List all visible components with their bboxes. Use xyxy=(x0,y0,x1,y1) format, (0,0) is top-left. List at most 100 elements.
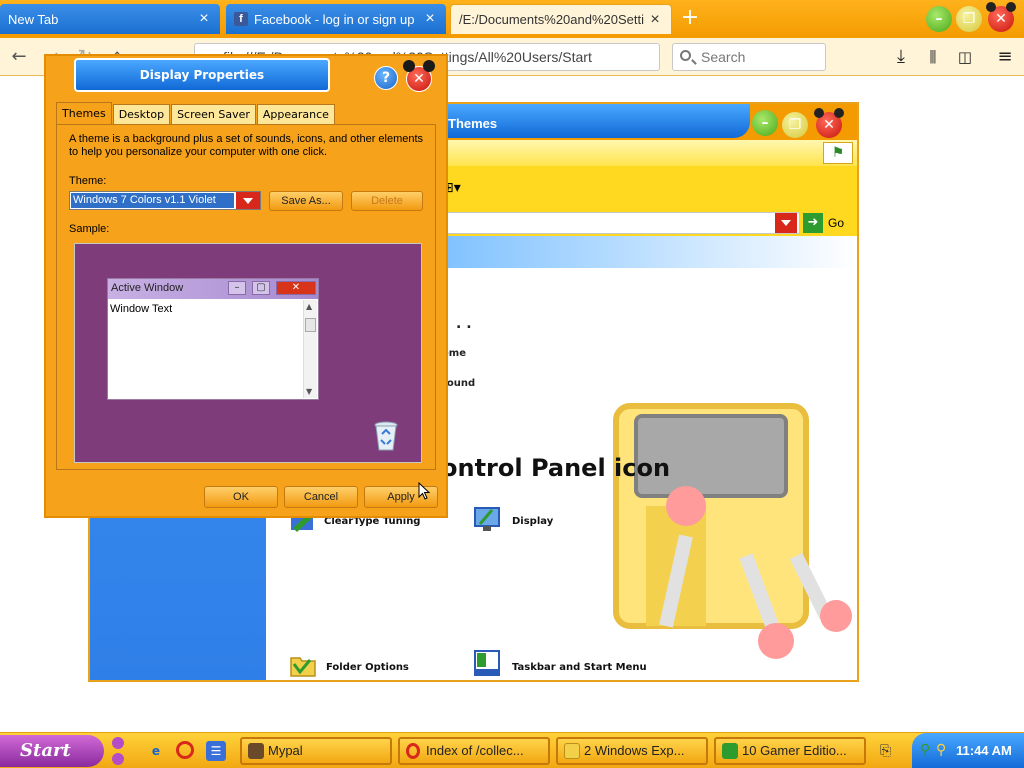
facebook-icon: f xyxy=(234,12,248,26)
theme-label: Theme: xyxy=(69,175,107,187)
sidebar-icon[interactable]: ◫ xyxy=(952,44,978,70)
ear-icon xyxy=(403,60,415,72)
help-button[interactable]: ? xyxy=(374,66,398,90)
tab-new-tab[interactable]: New Tab × xyxy=(0,4,220,34)
windows-flag-icon: ⚑ xyxy=(823,142,853,164)
close-tab-icon[interactable]: × xyxy=(647,11,663,28)
address-dropdown-icon[interactable] xyxy=(775,213,797,233)
start-ears-icon xyxy=(108,735,128,767)
tab-appearance[interactable]: Appearance xyxy=(256,104,335,124)
recycle-bin-icon xyxy=(374,421,398,451)
explorer-close-button[interactable]: ✕ xyxy=(814,108,844,138)
delete-button[interactable]: Delete xyxy=(351,191,423,211)
folder-options-label[interactable]: Folder Options xyxy=(326,662,409,673)
download-icon[interactable]: ⤓ xyxy=(888,44,914,70)
display-properties-dialog: Display Properties ? ✕ Themes Desktop Sc… xyxy=(44,54,448,518)
network-icon[interactable]: ⚲ xyxy=(920,742,930,758)
explorer-maximize-button[interactable]: ❐ xyxy=(782,112,808,138)
scroll-down-icon: ▼ xyxy=(306,387,313,396)
task-gamer-edition[interactable]: 10 Gamer Editio... xyxy=(714,737,866,765)
explorer-minimize-button[interactable]: – xyxy=(752,110,778,136)
tab-label: New Tab xyxy=(8,11,59,27)
tab-label: Facebook - log in or sign up xyxy=(254,11,415,27)
search-tray-icon[interactable]: ⚲ xyxy=(936,742,946,758)
taskbar-start-menu-icon[interactable] xyxy=(472,648,502,678)
taskbar: Start e ☰ Mypal Index of /collec... 2 Wi… xyxy=(0,732,1024,768)
ear-icon xyxy=(814,108,824,118)
ok-button[interactable]: OK xyxy=(204,486,278,508)
internet-explorer-icon[interactable]: e xyxy=(146,741,166,761)
theme-select[interactable]: Windows 7 Colors v1.1 Violet xyxy=(69,191,261,210)
mascot-illustration xyxy=(613,403,852,659)
go-label[interactable]: Go xyxy=(828,216,844,230)
clipboard-tray-icon[interactable]: ⎘ xyxy=(880,743,891,759)
task-windows-explorer[interactable]: 2 Windows Exp... xyxy=(556,737,708,765)
opera-icon xyxy=(406,743,420,759)
mouse-pointer-icon xyxy=(418,482,430,500)
go-arrow-icon[interactable]: ➜ xyxy=(803,213,823,233)
close-tab-icon[interactable]: × xyxy=(196,11,212,27)
system-tray: ⚲ ⚲ 11:44 AM xyxy=(912,733,1024,768)
ear-icon xyxy=(423,60,435,72)
ear-icon xyxy=(986,2,996,12)
task-label: Index of /collec... xyxy=(426,743,524,758)
scroll-up-icon: ▲ xyxy=(306,302,313,311)
folder-icon xyxy=(564,743,580,759)
sample-scrollbar: ▲ ▼ xyxy=(303,300,317,398)
tab-label: /E:/Documents%20and%20Setti xyxy=(459,12,644,27)
ear-icon xyxy=(834,108,844,118)
explorer-quicklaunch-icon[interactable]: ☰ xyxy=(206,741,226,761)
display-icon[interactable] xyxy=(472,504,502,534)
search-input[interactable]: Search xyxy=(672,43,826,71)
theme-preview: Active Window – ▢ ✕ Window Text ▲ ▼ xyxy=(74,243,422,463)
maximize-button[interactable]: ❐ xyxy=(956,6,982,32)
tab-facebook[interactable]: f Facebook - log in or sign up × xyxy=(226,4,446,34)
start-button[interactable]: Start xyxy=(0,735,104,767)
close-window-button[interactable]: ✕ xyxy=(986,2,1016,32)
search-icon xyxy=(680,50,691,61)
explorer-title: Themes xyxy=(448,116,498,131)
dialog-titlebar[interactable]: Display Properties xyxy=(74,58,330,92)
tab-screen-saver[interactable]: Screen Saver xyxy=(171,104,256,124)
library-icon[interactable]: ⫼ xyxy=(920,44,946,70)
close-tab-icon[interactable]: × xyxy=(422,11,438,27)
tab-desktop[interactable]: Desktop xyxy=(112,104,171,124)
close-icon: ✕ xyxy=(276,281,316,295)
new-tab-button[interactable]: + xyxy=(676,6,704,32)
content-dots: . . xyxy=(456,316,472,332)
taskbar-start-menu-label[interactable]: Taskbar and Start Menu xyxy=(512,662,647,673)
mypal-icon xyxy=(248,743,264,759)
display-label[interactable]: Display xyxy=(512,516,553,527)
opera-icon[interactable] xyxy=(176,741,194,759)
task-index-of-collec[interactable]: Index of /collec... xyxy=(398,737,550,765)
dialog-tab-strip: Themes Desktop Screen Saver Appearance xyxy=(56,102,336,124)
sample-active-window: Active Window – ▢ ✕ Window Text ▲ ▼ xyxy=(107,278,319,400)
sample-window-text: Window Text xyxy=(110,303,173,315)
themes-description: A theme is a background plus a set of so… xyxy=(69,133,424,158)
save-as-button[interactable]: Save As... xyxy=(269,191,343,211)
ear-icon xyxy=(1006,2,1016,12)
scroll-thumb xyxy=(305,318,316,332)
menu-icon[interactable]: ≡ xyxy=(992,44,1018,70)
cancel-button[interactable]: Cancel xyxy=(284,486,358,508)
dialog-close-button[interactable]: ✕ xyxy=(403,60,435,92)
back-arrow-icon[interactable]: ← xyxy=(6,44,32,70)
sample-label: Sample: xyxy=(69,223,110,235)
theme-select-value: Windows 7 Colors v1.1 Violet xyxy=(71,193,234,208)
search-placeholder: Search xyxy=(701,49,746,65)
task-mypal[interactable]: Mypal xyxy=(240,737,392,765)
sample-window-title: Active Window xyxy=(111,282,184,294)
task-label: 2 Windows Exp... xyxy=(584,743,685,758)
minimize-button[interactable]: – xyxy=(926,6,952,32)
content-heading: ontrol Panel icon xyxy=(441,454,671,482)
leaf-icon xyxy=(722,743,738,759)
task-label: Mypal xyxy=(268,743,303,758)
sample-window-titlebar: Active Window – ▢ ✕ xyxy=(108,279,318,299)
dropdown-arrow-icon[interactable] xyxy=(236,192,260,209)
themes-panel: A theme is a background plus a set of so… xyxy=(56,124,436,470)
tab-themes[interactable]: Themes xyxy=(56,102,112,124)
clock[interactable]: 11:44 AM xyxy=(956,743,1012,758)
browser-tab-bar: New Tab × f Facebook - log in or sign up… xyxy=(0,0,1024,38)
tab-documents[interactable]: /E:/Documents%20and%20Setti × xyxy=(450,4,672,34)
folder-options-icon[interactable] xyxy=(288,650,318,680)
